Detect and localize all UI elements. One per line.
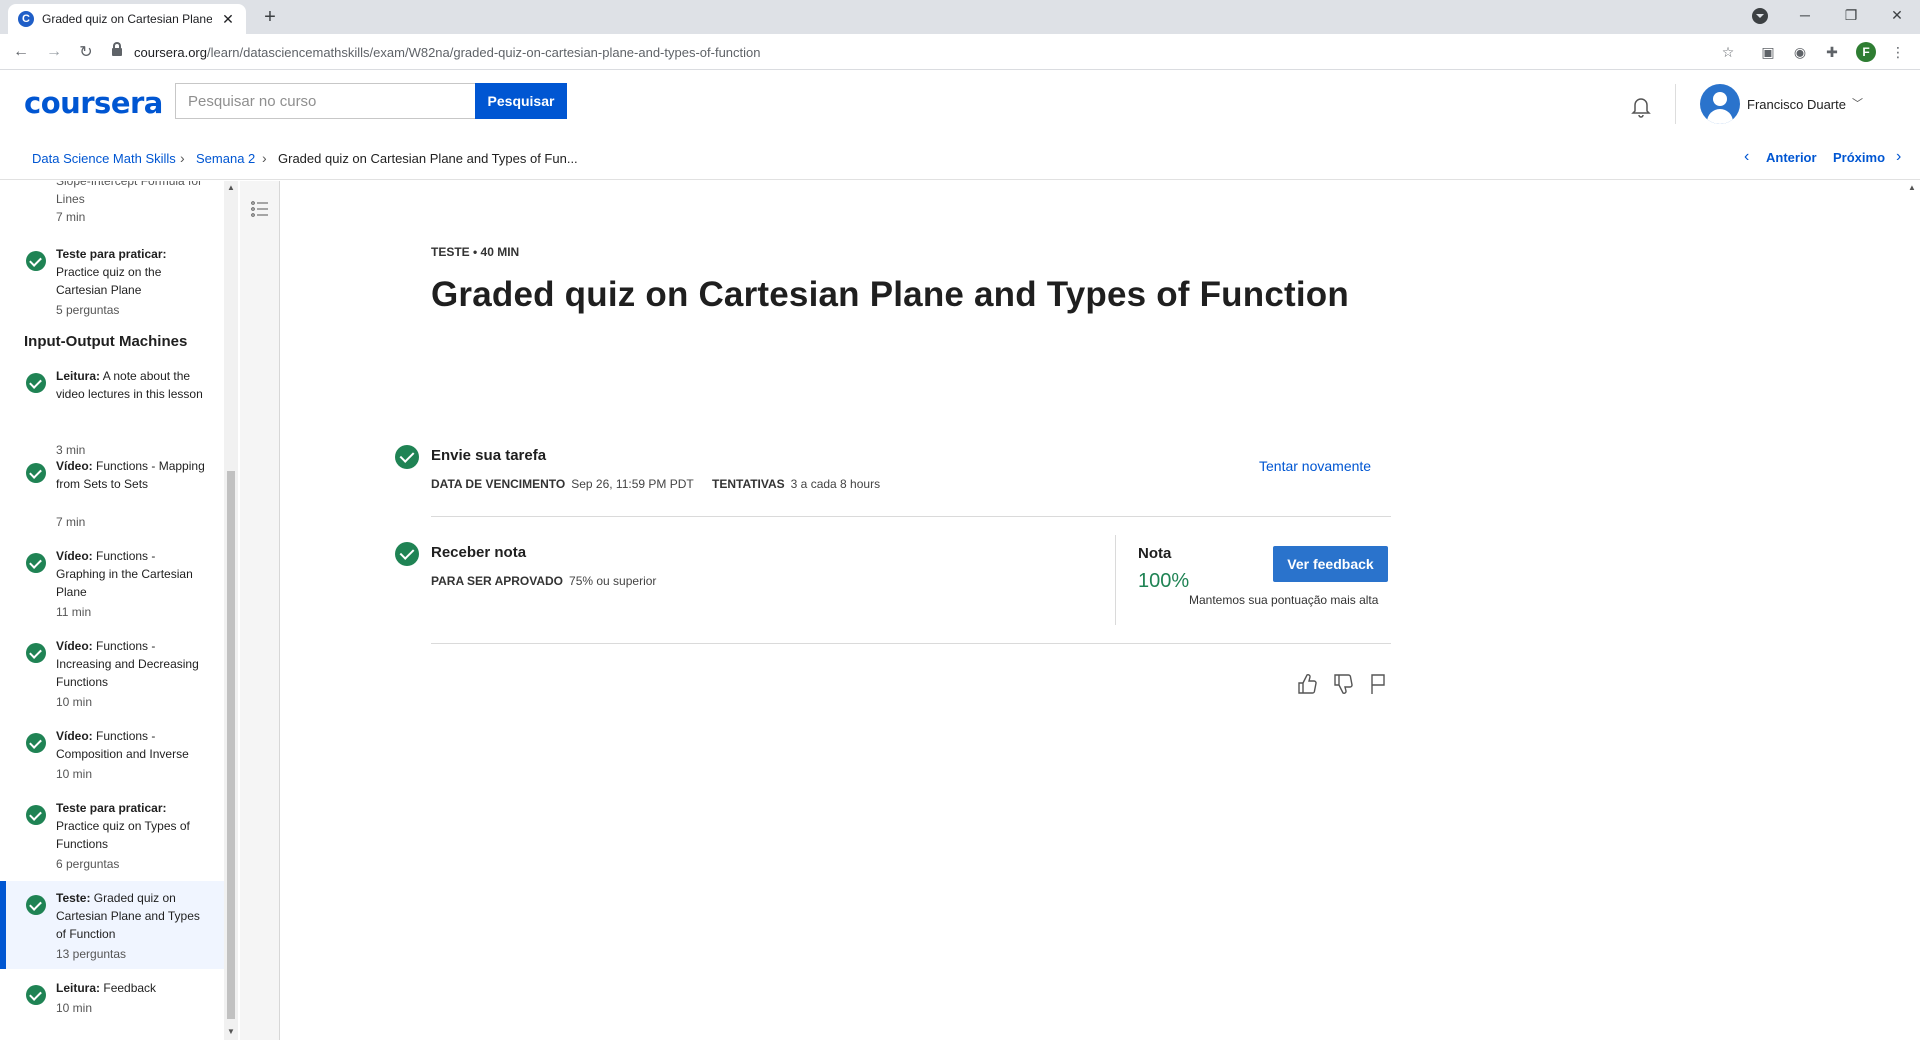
completed-check-icon <box>395 542 419 566</box>
sidebar-item-graded-quiz[interactable]: Teste: Graded quiz on Cartesian Plane an… <box>0 881 224 969</box>
completed-check-icon <box>26 985 46 1005</box>
sidebar-item-meta: 7 min <box>56 515 86 529</box>
completed-check-icon <box>26 553 46 573</box>
forward-icon[interactable]: → <box>42 40 66 64</box>
sidebar-section-title: Input-Output Machines <box>24 333 188 350</box>
menu-kebab-icon[interactable]: ⋮ <box>1888 42 1908 62</box>
due-date: DATA DE VENCIMENTO Sep 26, 11:59 PM PDT <box>431 477 694 491</box>
url-text: coursera.org/learn/datasciencemathskills… <box>134 44 761 60</box>
sidebar-item-meta: 10 min <box>56 1001 93 1015</box>
breadcrumb-course[interactable]: Data Science Math Skills <box>32 151 176 166</box>
breadcrumb: Data Science Math Skills › Semana 2 › Gr… <box>0 140 1920 180</box>
lock-icon <box>112 42 122 56</box>
search-button[interactable]: Pesquisar <box>475 83 567 119</box>
close-window-icon[interactable]: ✕ <box>1874 0 1920 30</box>
pass-requirement: PARA SER APROVADO 75% ou superior <box>431 574 657 588</box>
user-avatar[interactable] <box>1700 84 1740 124</box>
grade-value: 100% <box>1138 570 1190 592</box>
chevron-left-icon[interactable]: ‹ <box>1744 148 1749 166</box>
header-divider <box>1675 84 1676 124</box>
new-tab-icon[interactable]: + <box>258 5 282 29</box>
sidebar-item-meta: 10 min <box>56 695 93 709</box>
grade-note: Mantemos sua pontuação mais alta <box>1189 593 1379 607</box>
tab-search-icon[interactable] <box>1752 8 1768 24</box>
completed-check-icon <box>26 251 46 271</box>
thumbs-up-icon[interactable] <box>1295 672 1319 696</box>
tab-title: Graded quiz on Cartesian Plane a <box>42 12 212 26</box>
main-scrollbar[interactable]: ▲ <box>1904 181 1920 1040</box>
grade-heading: Receber nota <box>431 544 527 561</box>
completed-check-icon <box>26 805 46 825</box>
address-bar[interactable]: coursera.org/learn/datasciencemathskills… <box>108 38 1758 66</box>
list-icon[interactable] <box>250 199 270 219</box>
bookmark-star-icon[interactable]: ☆ <box>1718 42 1738 62</box>
coursera-favicon-icon: C <box>18 11 34 27</box>
breadcrumb-week[interactable]: Semana 2 <box>196 151 255 166</box>
completed-check-icon <box>26 373 46 393</box>
completed-check-icon <box>26 733 46 753</box>
course-sidebar: Slope-Intercept Formula for Lines 7 min … <box>0 181 224 1040</box>
minimize-icon[interactable]: ─ <box>1782 0 1828 30</box>
back-icon[interactable]: ← <box>9 40 33 64</box>
attempts: TENTATIVAS 3 a cada 8 hours <box>712 477 881 491</box>
grade-label: Nota <box>1138 545 1172 562</box>
notifications-bell-icon[interactable] <box>1629 94 1653 118</box>
previous-link[interactable]: Anterior <box>1766 150 1817 165</box>
retry-link[interactable]: Tentar novamente <box>1259 458 1371 474</box>
completed-check-icon <box>26 463 46 483</box>
chevron-right-icon[interactable]: › <box>1896 148 1901 166</box>
sidebar-item-meta: 5 perguntas <box>56 303 120 317</box>
divider <box>431 516 1391 517</box>
chevron-right-icon: › <box>180 150 185 166</box>
page-title: Graded quiz on Cartesian Plane and Types… <box>431 275 1349 314</box>
thumbs-down-icon[interactable] <box>1331 672 1355 696</box>
reload-icon[interactable]: ↻ <box>74 40 98 64</box>
completed-check-icon <box>26 643 46 663</box>
sidebar-item-meta: 11 min <box>56 605 92 619</box>
divider <box>431 643 1391 644</box>
next-link[interactable]: Próximo <box>1833 150 1885 165</box>
completed-check-icon <box>395 445 419 469</box>
sidebar-item-meta: 3 min <box>56 443 86 457</box>
chevron-right-icon: › <box>262 150 267 166</box>
browser-tab[interactable]: C Graded quiz on Cartesian Plane a ✕ <box>8 4 246 34</box>
sidebar-item-meta: 13 perguntas <box>56 947 127 961</box>
item-eyebrow: TESTE • 40 MIN <box>431 245 520 259</box>
sidebar-scroll-thumb[interactable] <box>227 471 235 1019</box>
coursera-logo[interactable]: coursera <box>24 86 163 120</box>
toc-toggle-column <box>240 181 280 1040</box>
view-feedback-button[interactable]: Ver feedback <box>1273 546 1388 582</box>
breadcrumb-current: Graded quiz on Cartesian Plane and Types… <box>278 151 578 166</box>
course-search-input[interactable] <box>175 83 475 119</box>
sidebar-item-meta: 10 min <box>56 767 93 781</box>
extension-2-icon[interactable]: ◉ <box>1790 42 1810 62</box>
scroll-up-icon[interactable]: ▲ <box>1908 183 1916 192</box>
profile-avatar-icon[interactable]: F <box>1856 42 1876 62</box>
extensions-puzzle-icon[interactable]: ✚ <box>1822 42 1842 62</box>
scroll-down-icon[interactable]: ▼ <box>227 1027 235 1036</box>
browser-tabstrip: C Graded quiz on Cartesian Plane a ✕ + ─… <box>0 0 1920 34</box>
grade-divider <box>1115 535 1116 625</box>
site-header: coursera Pesquisar Francisco Duarte ﹀ <box>0 70 1920 140</box>
flag-icon[interactable] <box>1366 672 1390 696</box>
completed-check-icon <box>26 895 46 915</box>
tab-close-icon[interactable]: ✕ <box>220 11 236 28</box>
scroll-up-icon[interactable]: ▲ <box>227 183 235 192</box>
sidebar-item-meta: 6 perguntas <box>56 857 120 871</box>
browser-toolbar: ← → ↻ coursera.org/learn/datasciencemath… <box>0 34 1920 70</box>
extension-1-icon[interactable]: ▣ <box>1758 42 1778 62</box>
user-name[interactable]: Francisco Duarte <box>1747 97 1846 112</box>
restore-icon[interactable]: ❐ <box>1828 0 1874 30</box>
sidebar-item-meta: 7 min <box>56 210 86 224</box>
chevron-down-icon[interactable]: ﹀ <box>1852 95 1863 111</box>
submit-heading: Envie sua tarefa <box>431 447 547 464</box>
sidebar-scrollbar[interactable]: ▲ ▼ <box>224 181 238 1040</box>
sidebar-item-title: Slope-Intercept Formula for Lines <box>56 181 203 206</box>
